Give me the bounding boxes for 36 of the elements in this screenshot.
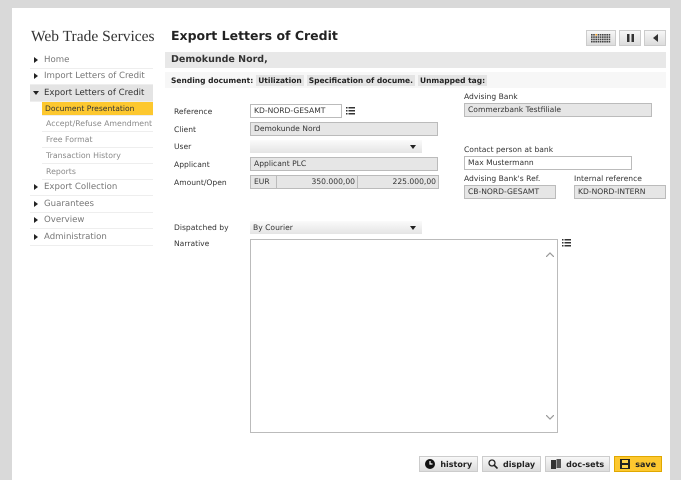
list-icon[interactable] bbox=[346, 107, 355, 115]
sidebar-item[interactable]: Overview bbox=[30, 212, 153, 229]
sidebar-item[interactable]: Export Letters of Credit bbox=[30, 85, 153, 102]
caret-icon bbox=[33, 56, 39, 63]
page-title: Export Letters of Credit bbox=[170, 28, 338, 42]
display-button[interactable]: display bbox=[482, 456, 542, 472]
sidebar-item[interactable]: Home bbox=[30, 52, 153, 68]
scroll-down-icon[interactable] bbox=[546, 415, 554, 420]
clock-icon bbox=[425, 459, 436, 469]
caret-icon bbox=[33, 90, 39, 96]
toolbar-button[interactable] bbox=[619, 30, 641, 46]
history-button[interactable]: history bbox=[419, 456, 478, 472]
caret-icon bbox=[33, 217, 39, 224]
search-icon bbox=[488, 459, 498, 469]
sidebar-item[interactable]: Administration bbox=[30, 229, 153, 246]
caret-icon bbox=[33, 184, 39, 190]
save-button[interactable]: save bbox=[614, 456, 662, 472]
back-icon bbox=[652, 34, 658, 42]
dropdown-caret-icon bbox=[410, 144, 416, 148]
scroll-up-icon[interactable] bbox=[546, 252, 554, 257]
sidebar-item[interactable]: Guarantees bbox=[30, 196, 153, 212]
list-icon[interactable] bbox=[562, 239, 571, 247]
app-title: Web Trade Services bbox=[30, 27, 156, 47]
caret-icon bbox=[33, 234, 39, 240]
toolbar-button[interactable] bbox=[586, 30, 616, 46]
toolbar-button[interactable] bbox=[644, 30, 666, 46]
caret-icon bbox=[33, 200, 39, 207]
customer-banner: Demokunde Nord, bbox=[165, 52, 666, 68]
grid-icon bbox=[591, 34, 611, 42]
dropdown-caret-icon bbox=[410, 226, 416, 230]
sidebar-item[interactable]: Export Collection bbox=[30, 180, 153, 196]
narrative-field[interactable] bbox=[250, 239, 558, 433]
caret-icon bbox=[33, 73, 39, 80]
pause-icon bbox=[626, 34, 634, 42]
documents-icon bbox=[551, 459, 562, 469]
docsets-button[interactable]: doc-sets bbox=[545, 456, 610, 472]
